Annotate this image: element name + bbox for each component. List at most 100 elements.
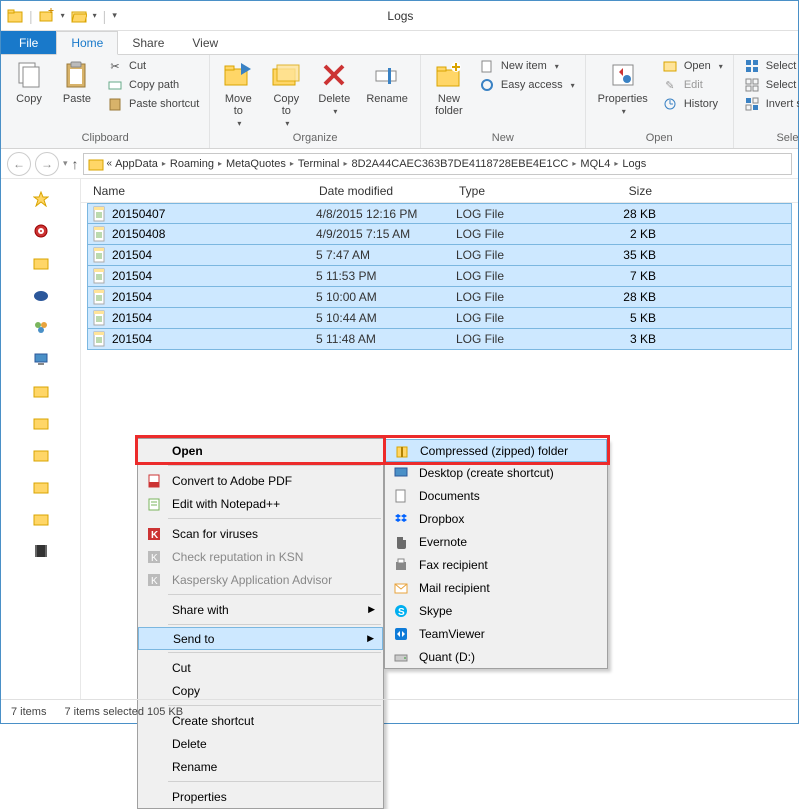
target-icon[interactable] [33, 223, 49, 239]
nav-up-button[interactable]: ↑ [72, 156, 79, 172]
chevron-right-icon[interactable]: ▸ [217, 159, 223, 168]
new-item-button[interactable]: New item▾ [475, 57, 579, 75]
select-none-button[interactable]: Select none [740, 76, 799, 94]
chevron-right-icon[interactable]: ▸ [342, 159, 348, 168]
ctx-scan[interactable]: KScan for viruses [138, 522, 383, 545]
table-row[interactable]: 201504074/8/2015 12:16 PMLOG File28 KB [87, 203, 792, 224]
table-row[interactable]: 2015045 11:53 PMLOG File7 KB [87, 266, 792, 287]
ctx-open[interactable]: Open [138, 439, 383, 462]
ribbon-group-select: Select all Select none Invert selection … [734, 55, 799, 148]
nav-forward-button[interactable]: → [35, 152, 59, 176]
overflow-chevron[interactable]: « [107, 158, 113, 169]
breadcrumb-segment[interactable]: Terminal [298, 158, 340, 170]
breadcrumb-segment[interactable]: Logs [622, 158, 646, 170]
ctx-properties[interactable]: Properties [138, 785, 383, 808]
ctx-delete[interactable]: Delete [138, 732, 383, 755]
pc-icon[interactable] [33, 351, 49, 367]
properties-button[interactable]: Properties▾ [592, 57, 654, 118]
sendto-docs[interactable]: Documents [385, 484, 607, 507]
ctx-cut[interactable]: Cut [138, 656, 383, 679]
table-row[interactable]: 2015045 7:47 AMLOG File35 KB [87, 245, 792, 266]
chevron-right-icon[interactable]: ▸ [161, 159, 167, 168]
breadcrumb-segment[interactable]: AppData [115, 158, 158, 170]
ctx-pdf[interactable]: Convert to Adobe PDF [138, 469, 383, 492]
table-row[interactable]: 2015045 10:00 AMLOG File28 KB [87, 287, 792, 308]
column-headers[interactable]: Name Date modified Type Size [81, 179, 798, 203]
folder-icon[interactable] [33, 447, 49, 463]
chevron-right-icon[interactable]: ▸ [289, 159, 295, 168]
sendto-teamviewer[interactable]: TeamViewer [385, 622, 607, 645]
invert-selection-button[interactable]: Invert selection [740, 95, 799, 113]
tab-home[interactable]: Home [56, 31, 118, 55]
sendto-evernote[interactable]: Evernote [385, 530, 607, 553]
rename-button[interactable]: Rename [360, 57, 414, 107]
sendto-zip[interactable]: Compressed (zipped) folder [385, 439, 607, 462]
file-tab[interactable]: File [1, 31, 56, 54]
caret-icon[interactable]: ▾ [61, 11, 65, 20]
caret-icon[interactable]: ▾ [93, 11, 97, 20]
folder-icon[interactable] [33, 415, 49, 431]
table-row[interactable]: 201504084/9/2015 7:15 AMLOG File2 KB [87, 224, 792, 245]
status-count: 7 items [11, 706, 46, 718]
sendto-dropbox[interactable]: Dropbox [385, 507, 607, 530]
copy-button[interactable]: Copy [7, 57, 51, 107]
chevron-right-icon[interactable]: ▸ [571, 159, 577, 168]
col-date[interactable]: Date modified [311, 184, 451, 198]
qat-dropdown-icon[interactable]: ▾ [112, 10, 117, 21]
history-button[interactable]: History [658, 95, 727, 113]
col-type[interactable]: Type [451, 184, 571, 198]
select-all-button[interactable]: Select all [740, 57, 799, 75]
paste-button[interactable]: Paste [55, 57, 99, 107]
paste-shortcut-button[interactable]: Paste shortcut [103, 95, 203, 113]
delete-button[interactable]: Delete▾ [312, 57, 356, 118]
new-folder-button[interactable]: New folder [427, 57, 471, 119]
separator [168, 594, 381, 595]
breadcrumb-segment[interactable]: Roaming [170, 158, 214, 170]
easy-access-button[interactable]: Easy access▾ [475, 76, 579, 94]
table-row[interactable]: 2015045 10:44 AMLOG File5 KB [87, 308, 792, 329]
ctx-send-to[interactable]: Send to▶ [138, 627, 383, 650]
copy-to-button[interactable]: Copy to▾ [264, 57, 308, 130]
folder-icon[interactable] [33, 479, 49, 495]
breadcrumb[interactable]: « AppData▸ Roaming▸ MetaQuotes▸ Terminal… [83, 153, 792, 175]
table-row[interactable]: 2015045 11:48 AMLOG File3 KB [87, 329, 792, 350]
open-button[interactable]: Open▾ [658, 57, 727, 75]
ctx-share[interactable]: Share with▶ [138, 598, 383, 621]
breadcrumb-segment[interactable]: MetaQuotes [226, 158, 286, 170]
movie-icon[interactable] [33, 543, 49, 559]
chevron-down-icon[interactable]: ▾ [63, 158, 68, 169]
tab-share[interactable]: Share [118, 31, 178, 54]
ctx-notepad[interactable]: Edit with Notepad++ [138, 492, 383, 515]
svg-text:K: K [151, 553, 158, 564]
tab-view[interactable]: View [178, 31, 232, 54]
folder-icon[interactable] [33, 383, 49, 399]
sendto-fax[interactable]: Fax recipient [385, 553, 607, 576]
col-size[interactable]: Size [571, 184, 661, 198]
separator: | [29, 8, 33, 24]
onedrive-icon[interactable] [33, 287, 49, 303]
sendto-skype[interactable]: SSkype [385, 599, 607, 622]
breadcrumb-segment[interactable]: 8D2A44CAEC363B7DE4118728EBE4E1CC [352, 158, 569, 170]
folder-icon[interactable] [33, 255, 49, 271]
breadcrumb-segment[interactable]: MQL4 [580, 158, 610, 170]
folder-icon[interactable] [33, 511, 49, 527]
homegroup-icon[interactable] [33, 319, 49, 335]
nav-back-button[interactable]: ← [7, 152, 31, 176]
sendto-mail[interactable]: Mail recipient [385, 576, 607, 599]
sendto-desktop[interactable]: Desktop (create shortcut) [385, 461, 607, 484]
new-folder-icon[interactable] [39, 8, 55, 24]
favorites-icon[interactable] [33, 191, 49, 207]
col-name[interactable]: Name [81, 184, 311, 198]
nav-tree[interactable] [1, 179, 81, 699]
titlebar: | ▾ ▾ | ▾ Logs [1, 1, 798, 31]
chevron-right-icon[interactable]: ▸ [613, 159, 619, 168]
sendto-quant[interactable]: Quant (D:) [385, 645, 607, 668]
mail-icon [393, 580, 409, 596]
paste-label: Paste [63, 93, 91, 105]
ctx-rename[interactable]: Rename [138, 755, 383, 778]
folder-open-icon[interactable] [71, 8, 87, 24]
copy-path-button[interactable]: Copy path [103, 76, 203, 94]
chevron-down-icon: ▾ [285, 119, 289, 128]
move-to-button[interactable]: Move to▾ [216, 57, 260, 130]
cut-button[interactable]: ✂Cut [103, 57, 203, 75]
